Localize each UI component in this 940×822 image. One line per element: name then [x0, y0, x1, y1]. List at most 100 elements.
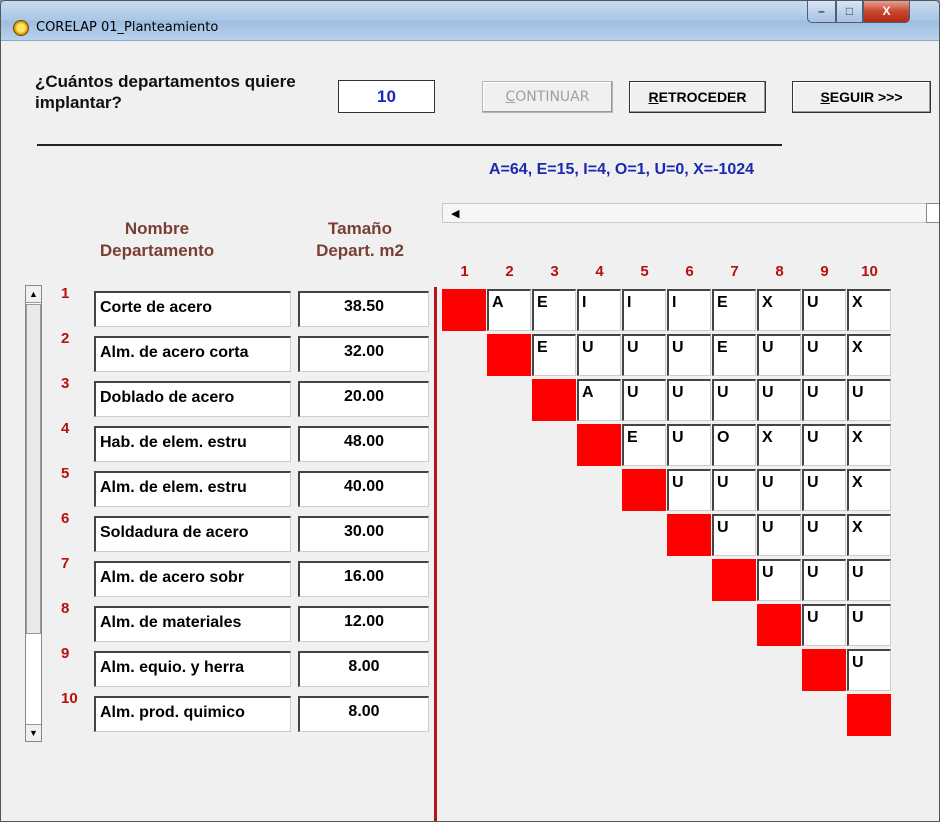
- matrix-relationship-cell[interactable]: U: [802, 379, 846, 421]
- department-name-field[interactable]: Hab. de elem. estru: [94, 426, 291, 462]
- department-name-header: Nombre Departamento: [99, 219, 215, 260]
- matrix-relationship-cell[interactable]: U: [667, 424, 711, 466]
- matrix-diagonal-cell: [487, 334, 531, 376]
- department-index: 10: [61, 690, 78, 707]
- matrix-diagonal-cell: [622, 469, 666, 511]
- department-name-field[interactable]: Alm. de acero corta: [94, 336, 291, 372]
- matrix-relationship-cell[interactable]: U: [802, 514, 846, 556]
- close-button[interactable]: X: [863, 1, 910, 23]
- retroceder-button[interactable]: RETROCEDER: [629, 81, 766, 113]
- department-row: 9 Alm. equio. y herra 8.00: [1, 645, 441, 689]
- department-name-field[interactable]: Alm. de acero sobr: [94, 561, 291, 597]
- scroll-left-arrow-icon[interactable]: ◀: [451, 207, 459, 220]
- matrix-diagonal-cell: [667, 514, 711, 556]
- department-index: 9: [61, 645, 70, 662]
- department-size-field[interactable]: 12.00: [298, 606, 429, 642]
- department-size-field[interactable]: 8.00: [298, 696, 429, 732]
- department-size-field[interactable]: 8.00: [298, 651, 429, 687]
- department-row: 4 Hab. de elem. estru 48.00: [1, 420, 441, 464]
- matrix-relationship-cell[interactable]: U: [802, 604, 846, 646]
- matrix-relationship-cell[interactable]: O: [712, 424, 756, 466]
- matrix-relationship-cell[interactable]: U: [757, 469, 801, 511]
- maximize-button[interactable]: □: [836, 1, 863, 23]
- matrix-column-number: 2: [505, 263, 514, 280]
- matrix-relationship-cell[interactable]: X: [847, 334, 891, 376]
- matrix-relationship-cell[interactable]: U: [802, 424, 846, 466]
- matrix-relationship-cell[interactable]: A: [577, 379, 621, 421]
- department-index: 2: [61, 330, 70, 347]
- department-index: 8: [61, 600, 70, 617]
- matrix-relationship-cell[interactable]: X: [757, 424, 801, 466]
- department-name-field[interactable]: Corte de acero: [94, 291, 291, 327]
- continuar-button[interactable]: CONTINUAR: [482, 81, 613, 113]
- department-row: 6 Soldadura de acero 30.00: [1, 510, 441, 554]
- department-row: 2 Alm. de acero corta 32.00: [1, 330, 441, 374]
- matrix-relationship-cell[interactable]: E: [532, 334, 576, 376]
- title-bar: CORELAP 01_Planteamiento – □ X: [1, 1, 939, 41]
- matrix-relationship-cell[interactable]: U: [757, 334, 801, 376]
- matrix-relationship-cell[interactable]: X: [847, 469, 891, 511]
- matrix-relationship-cell[interactable]: I: [667, 289, 711, 331]
- matrix-diagonal-cell: [802, 649, 846, 691]
- department-name-field[interactable]: Soldadura de acero: [94, 516, 291, 552]
- matrix-relationship-cell[interactable]: U: [667, 334, 711, 376]
- department-row: 8 Alm. de materiales 12.00: [1, 600, 441, 644]
- matrix-relationship-cell[interactable]: U: [667, 379, 711, 421]
- matrix-relationship-cell[interactable]: U: [577, 334, 621, 376]
- matrix-relationship-cell[interactable]: X: [757, 289, 801, 331]
- matrix-relationship-cell[interactable]: U: [712, 469, 756, 511]
- department-name-field[interactable]: Alm. de materiales: [94, 606, 291, 642]
- matrix-relationship-cell[interactable]: U: [712, 379, 756, 421]
- matrix-relationship-cell[interactable]: U: [712, 514, 756, 556]
- matrix-relationship-cell[interactable]: A: [487, 289, 531, 331]
- department-size-field[interactable]: 40.00: [298, 471, 429, 507]
- matrix-relationship-cell[interactable]: U: [622, 334, 666, 376]
- matrix-relationship-cell[interactable]: I: [622, 289, 666, 331]
- seguir-button[interactable]: SEGUIR >>>: [792, 81, 931, 113]
- department-size-field[interactable]: 48.00: [298, 426, 429, 462]
- department-index: 1: [61, 285, 70, 302]
- matrix-relationship-cell[interactable]: U: [757, 514, 801, 556]
- department-row: 10 Alm. prod. quimico 8.00: [1, 690, 441, 734]
- department-index: 3: [61, 375, 70, 392]
- matrix-relationship-cell[interactable]: X: [847, 514, 891, 556]
- department-size-field[interactable]: 16.00: [298, 561, 429, 597]
- department-index: 7: [61, 555, 70, 572]
- matrix-relationship-cell[interactable]: U: [847, 604, 891, 646]
- department-size-field[interactable]: 20.00: [298, 381, 429, 417]
- matrix-relationship-cell[interactable]: U: [802, 289, 846, 331]
- matrix-diagonal-cell: [847, 694, 891, 736]
- matrix-relationship-cell[interactable]: U: [847, 559, 891, 601]
- department-name-field[interactable]: Alm. prod. quimico: [94, 696, 291, 732]
- department-name-field[interactable]: Alm. de elem. estru: [94, 471, 291, 507]
- matrix-relationship-cell[interactable]: E: [712, 334, 756, 376]
- department-size-field[interactable]: 30.00: [298, 516, 429, 552]
- matrix-relationship-cell[interactable]: U: [757, 559, 801, 601]
- matrix-relationship-cell[interactable]: X: [847, 424, 891, 466]
- matrix-relationship-cell[interactable]: E: [532, 289, 576, 331]
- horizontal-scroll-thumb[interactable]: [926, 203, 939, 223]
- department-name-field[interactable]: Alm. equio. y herra: [94, 651, 291, 687]
- department-name-field[interactable]: Doblado de acero: [94, 381, 291, 417]
- matrix-relationship-cell[interactable]: U: [667, 469, 711, 511]
- department-size-field[interactable]: 38.50: [298, 291, 429, 327]
- matrix-relationship-cell[interactable]: E: [712, 289, 756, 331]
- matrix-relationship-cell[interactable]: E: [622, 424, 666, 466]
- department-size-field[interactable]: 32.00: [298, 336, 429, 372]
- matrix-column-number: 6: [685, 263, 694, 280]
- matrix-diagonal-cell: [442, 289, 486, 331]
- matrix-relationship-cell[interactable]: U: [622, 379, 666, 421]
- matrix-relationship-cell[interactable]: U: [802, 469, 846, 511]
- department-count-input[interactable]: 10: [338, 80, 435, 113]
- matrix-column-number: 1: [460, 263, 469, 280]
- matrix-relationship-cell[interactable]: U: [802, 334, 846, 376]
- matrix-diagonal-cell: [532, 379, 576, 421]
- matrix-relationship-cell[interactable]: U: [757, 379, 801, 421]
- matrix-relationship-cell[interactable]: X: [847, 289, 891, 331]
- minimize-button[interactable]: –: [807, 1, 836, 23]
- matrix-relationship-cell[interactable]: I: [577, 289, 621, 331]
- horizontal-scrollbar[interactable]: ◀: [442, 203, 939, 223]
- matrix-relationship-cell[interactable]: U: [802, 559, 846, 601]
- matrix-relationship-cell[interactable]: U: [847, 379, 891, 421]
- matrix-relationship-cell[interactable]: U: [847, 649, 891, 691]
